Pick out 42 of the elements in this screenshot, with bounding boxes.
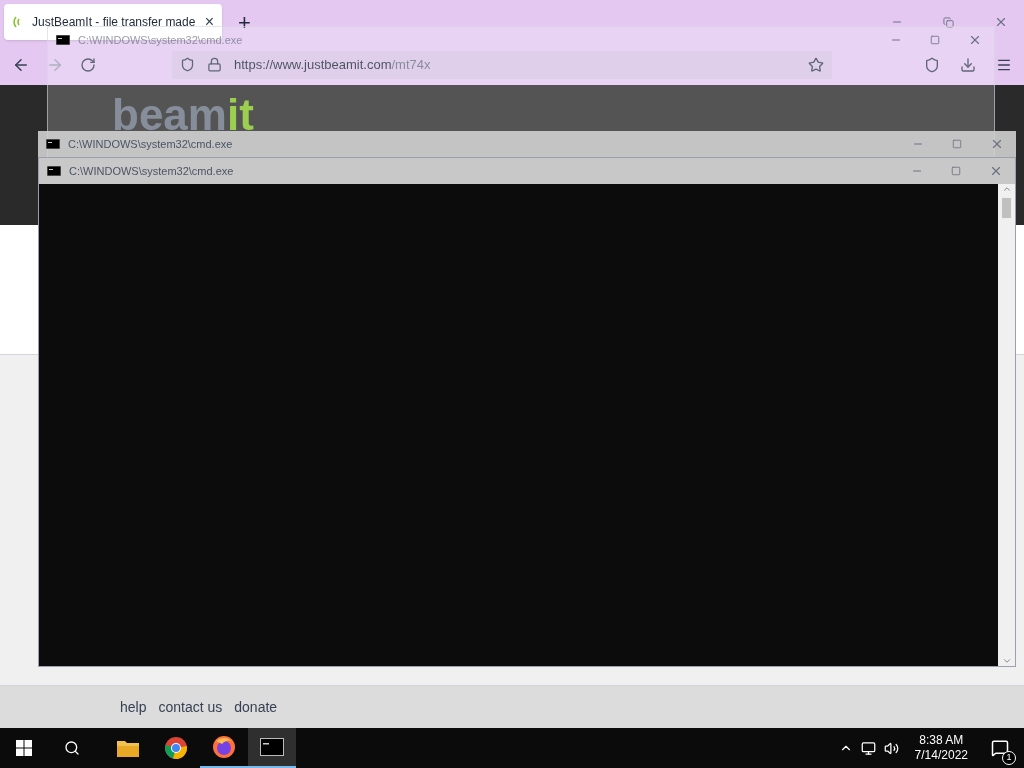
footer-link[interactable]: donate [234, 696, 278, 718]
scroll-thumb[interactable] [1002, 198, 1011, 218]
address-bar[interactable]: https://www.justbeamit.com/mt74x [172, 50, 832, 79]
url-text: https://www.justbeamit.com/mt74x [234, 55, 431, 74]
download-icon[interactable] [960, 56, 976, 73]
windows-logo-icon[interactable] [16, 740, 32, 756]
firefox-icon [212, 735, 236, 759]
window-title: C:\WINDOWS\system32\cmd.exe [68, 136, 233, 152]
footer-link[interactable]: contact us [158, 696, 223, 718]
terminal-icon [46, 139, 60, 149]
close-icon[interactable] [990, 137, 1004, 151]
taskbar-app[interactable] [248, 728, 296, 768]
terminal-icon [260, 738, 284, 756]
search-icon[interactable] [64, 740, 80, 756]
close-icon[interactable] [989, 164, 1003, 178]
site-logo: beamit [112, 90, 254, 139]
reload-icon[interactable] [80, 56, 96, 73]
lock-icon [207, 57, 222, 72]
scroll-down-icon[interactable] [1001, 656, 1012, 666]
folder-icon [116, 738, 140, 758]
chrome-icon [164, 736, 188, 760]
notification-icon[interactable] [991, 739, 1009, 757]
window-title: C:\WINDOWS\system32\cmd.exe [69, 163, 234, 179]
terminal-icon [47, 166, 61, 176]
scrollbar[interactable] [998, 184, 1015, 666]
bookmark-star-icon[interactable] [808, 56, 824, 73]
footer-link[interactable]: help [120, 696, 147, 718]
notification-count: 1 [1002, 751, 1016, 765]
tab-close[interactable]: × [204, 10, 214, 34]
network-icon[interactable] [860, 740, 876, 756]
maximize-icon[interactable] [951, 166, 961, 176]
terminal-icon [56, 35, 70, 45]
tab-title: JustBeamIt - file transfer made [32, 14, 197, 31]
volume-icon[interactable] [883, 740, 899, 756]
close-icon[interactable] [968, 33, 982, 47]
maximize-icon[interactable] [952, 139, 962, 149]
close-icon[interactable] [994, 15, 1008, 29]
maximize-icon[interactable] [930, 35, 940, 45]
clock[interactable]: 8:38 AM 7/14/2022 [906, 733, 976, 763]
restore-icon[interactable] [943, 16, 954, 28]
shield-icon [180, 57, 195, 72]
scroll-up-icon[interactable] [1001, 184, 1012, 194]
